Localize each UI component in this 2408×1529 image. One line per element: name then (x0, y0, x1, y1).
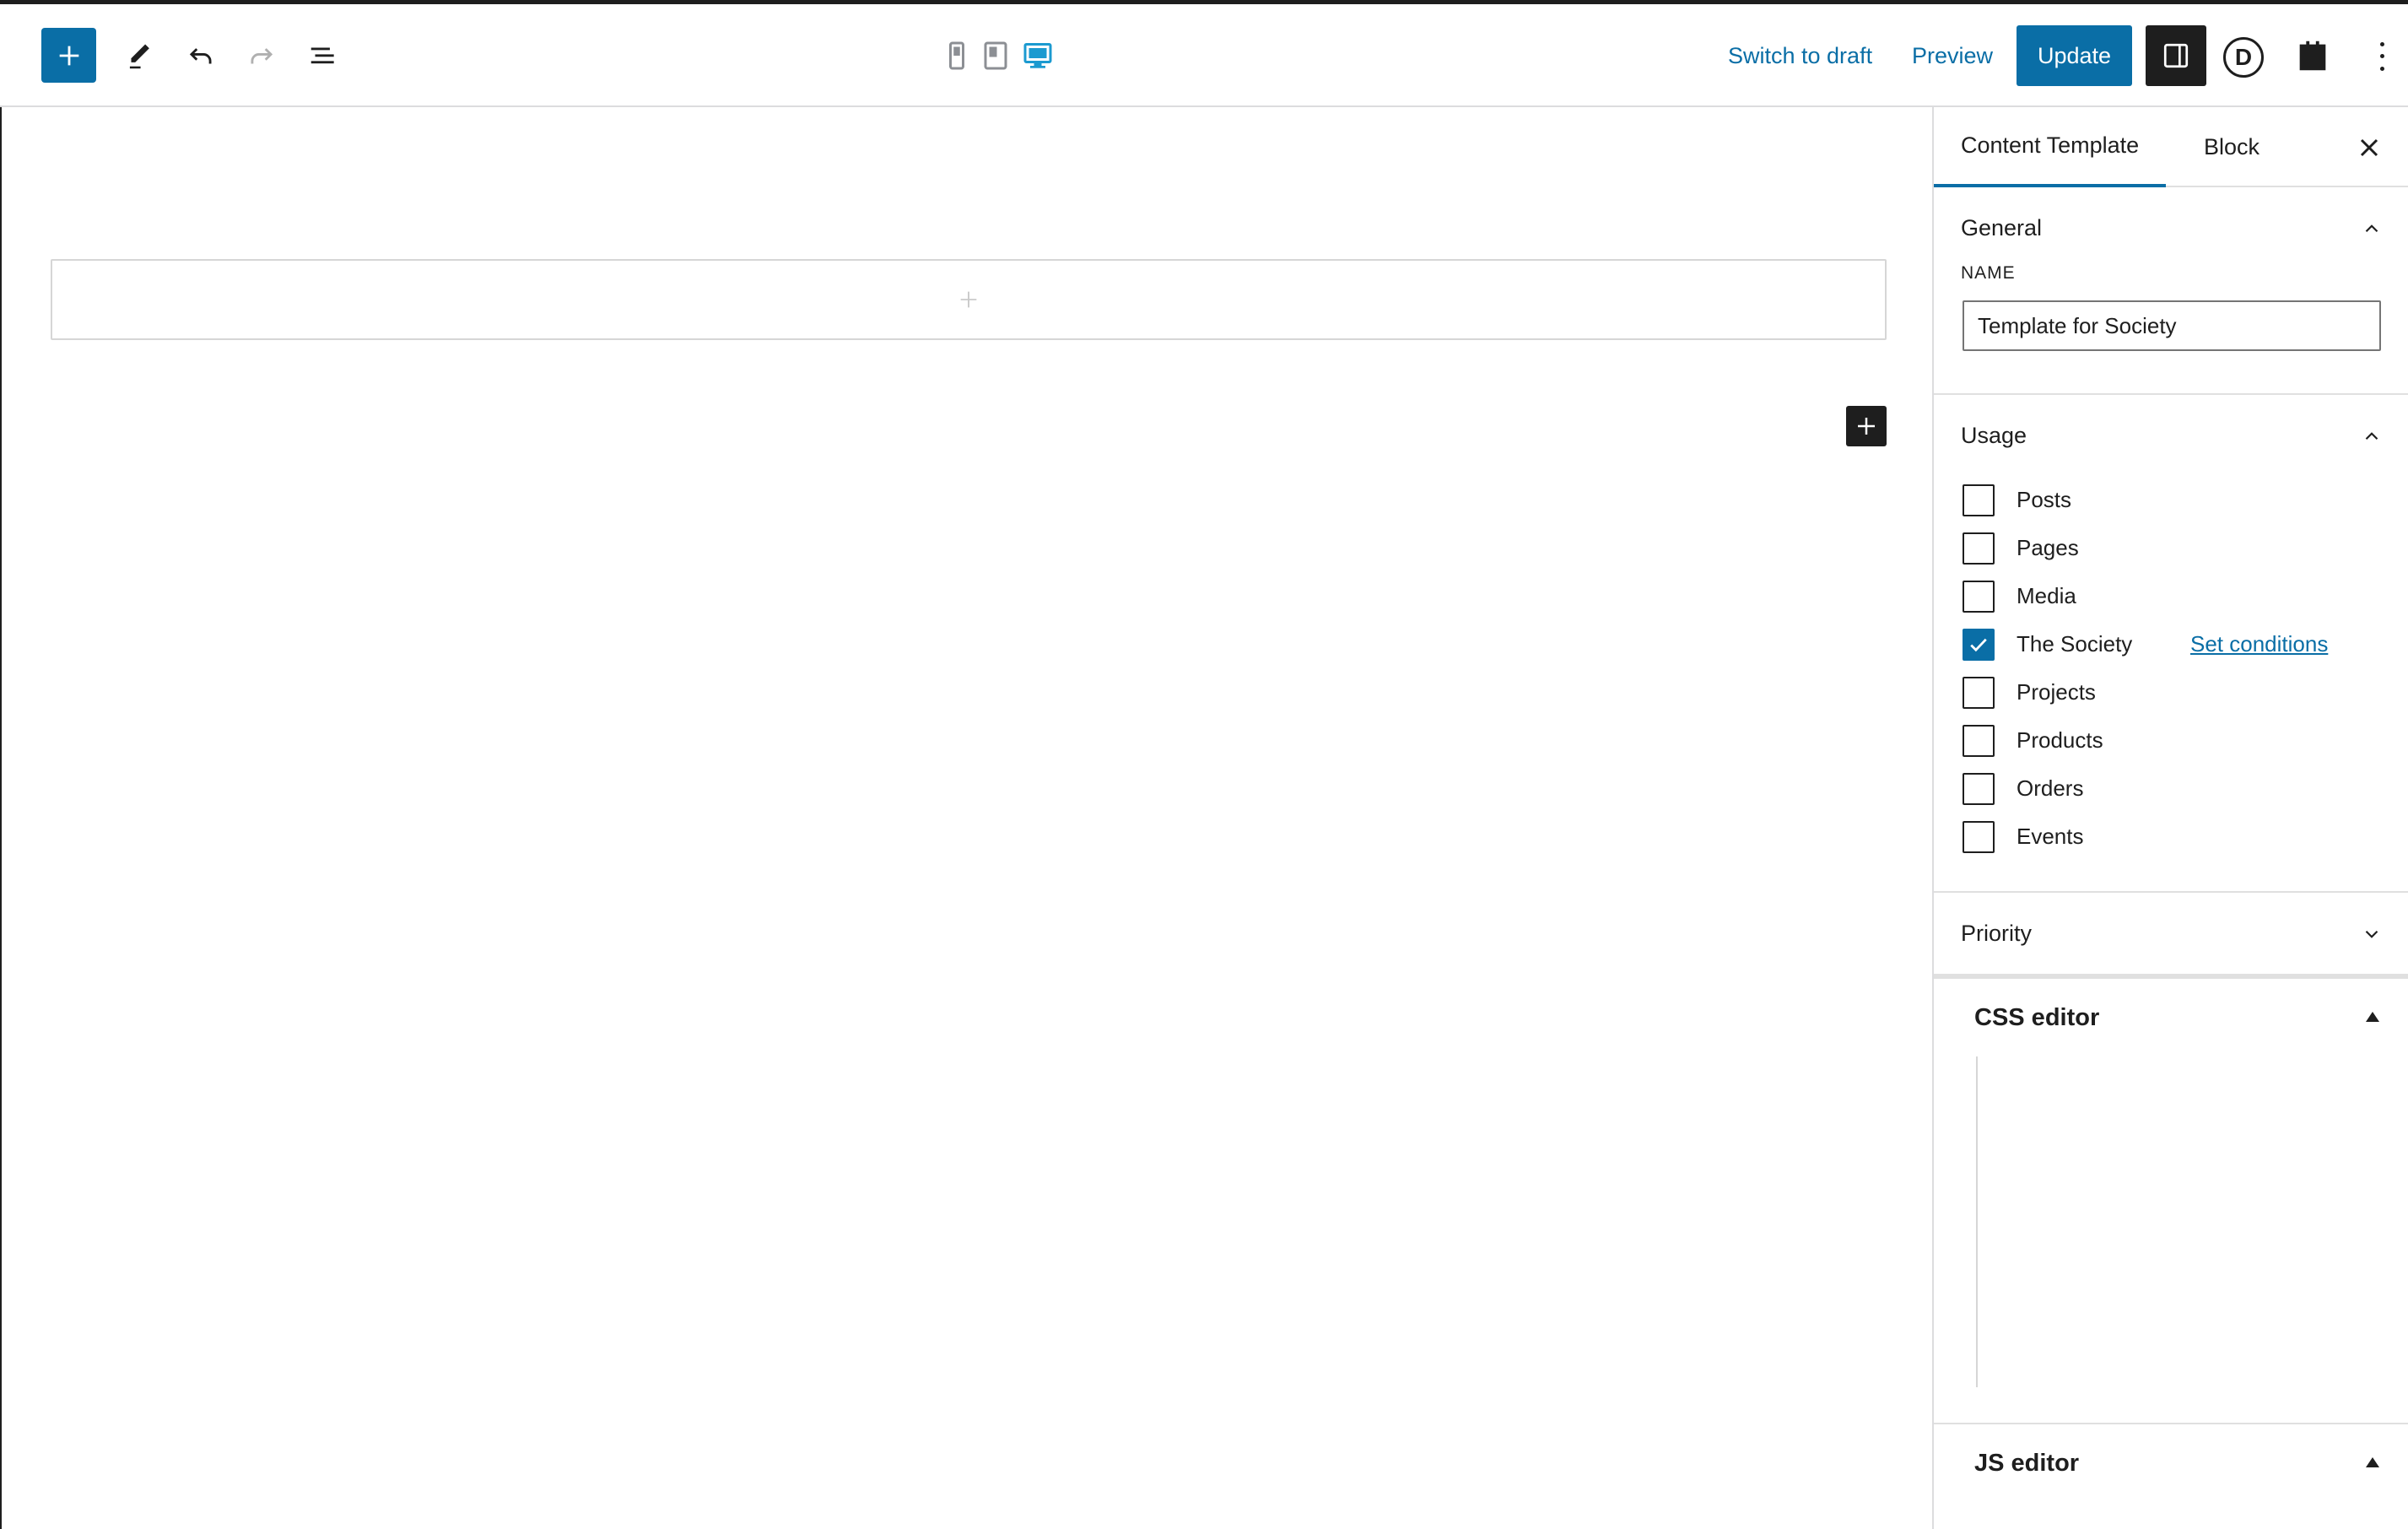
desktop-icon (1023, 43, 1052, 68)
chevron-up-icon (2365, 224, 2378, 233)
js-editor-toggle[interactable]: JS editor (1934, 1424, 2408, 1502)
usage-label: Orders (2017, 775, 2084, 801)
usage-panel: Usage Posts Pages Media The Society Set … (1934, 395, 2408, 893)
pages-checkbox[interactable] (1963, 532, 1995, 565)
general-panel: General NAME Template for Society (1934, 187, 2408, 395)
usage-label: Posts (2017, 487, 2072, 512)
triangle-up-icon (2366, 1012, 2379, 1022)
usage-item-events: Events (1963, 813, 2408, 861)
usage-item-projects: Projects (1963, 668, 2408, 716)
mobile-preview-button[interactable] (940, 35, 974, 77)
panel-title: Priority (1961, 920, 2033, 946)
list-view-icon (310, 47, 334, 64)
css-code-area[interactable] (1976, 1056, 2364, 1387)
usage-label: Media (2017, 583, 2076, 608)
js-editor-panel: JS editor (1934, 1424, 2408, 1502)
plugin-block-icon[interactable] (2293, 36, 2332, 75)
plus-icon (1858, 418, 1875, 435)
usage-item-pages: Pages (1963, 524, 2408, 572)
close-icon[interactable] (2354, 132, 2384, 163)
chevron-down-icon (2365, 930, 2378, 938)
triangle-up-icon (2366, 1457, 2379, 1467)
orders-checkbox[interactable] (1963, 772, 1995, 805)
usage-list: Posts Pages Media The Society Set condit… (1934, 476, 2408, 891)
preview-button[interactable]: Preview (1912, 36, 1993, 75)
more-options-icon[interactable] (2369, 38, 2395, 75)
media-checkbox[interactable] (1963, 580, 1995, 613)
document-overview-button[interactable] (298, 30, 348, 81)
mobile-icon (949, 41, 964, 70)
projects-checkbox[interactable] (1963, 676, 1995, 709)
tablet-preview-button[interactable] (979, 35, 1012, 77)
priority-panel-toggle[interactable]: Priority (1934, 893, 2408, 974)
usage-label: Products (2017, 727, 2103, 753)
usage-label: Projects (2017, 679, 2096, 705)
css-editor-toggle[interactable]: CSS editor (1934, 979, 2408, 1056)
editor-header: Switch to draft Preview Update D (0, 4, 2408, 107)
panel-title: General (1961, 214, 2043, 240)
usage-item-posts: Posts (1963, 476, 2408, 524)
plus-icon (59, 46, 78, 65)
usage-label: Pages (2017, 535, 2079, 560)
products-checkbox[interactable] (1963, 724, 1995, 757)
the-society-checkbox[interactable] (1963, 628, 1995, 661)
tools-button[interactable] (114, 30, 165, 81)
plus-icon (960, 291, 977, 308)
priority-panel: Priority (1934, 893, 2408, 975)
events-checkbox[interactable] (1963, 820, 1995, 853)
usage-item-products: Products (1963, 716, 2408, 764)
posts-checkbox[interactable] (1963, 484, 1995, 516)
css-editor-panel: CSS editor (1934, 975, 2408, 1424)
panel-title: CSS editor (1974, 1003, 2100, 1031)
set-conditions-link[interactable]: Set conditions (2190, 631, 2328, 657)
undo-button[interactable] (175, 30, 226, 81)
usage-item-orders: Orders (1963, 764, 2408, 813)
editor-canvas[interactable] (0, 107, 1932, 1529)
usage-item-media: Media (1963, 572, 2408, 620)
switch-to-draft-button[interactable]: Switch to draft (1728, 36, 1872, 75)
settings-sidebar-toggle[interactable] (2146, 25, 2206, 86)
usage-label: Events (2017, 824, 2084, 849)
undo-icon (189, 48, 212, 64)
tablet-icon (984, 41, 1007, 70)
tab-block[interactable]: Block (2177, 107, 2287, 187)
logo-letter: D (2234, 44, 2253, 70)
chevron-up-icon (2365, 432, 2378, 440)
template-name-input[interactable]: Template for Society (1963, 300, 2381, 351)
redo-button[interactable] (236, 30, 287, 81)
usage-panel-toggle[interactable]: Usage (1934, 395, 2408, 476)
pencil-icon (129, 44, 149, 69)
usage-label: The Society (2017, 631, 2133, 656)
add-block-button[interactable] (1846, 406, 1887, 446)
tab-content-template[interactable]: Content Template (1934, 107, 2167, 187)
usage-item-the-society: The Society Set conditions (1963, 620, 2408, 668)
panel-title: Usage (1961, 422, 2027, 448)
checkmark-icon (1970, 638, 1987, 651)
redo-icon (251, 48, 273, 64)
plugin-logo-button[interactable]: D (2223, 37, 2264, 78)
settings-sidebar: Content Template Block General NAME Temp… (1932, 107, 2408, 1529)
sidebar-icon (2163, 43, 2189, 68)
general-panel-toggle[interactable]: General (1934, 187, 2408, 268)
block-inserter-button[interactable] (41, 28, 96, 83)
block-placeholder[interactable] (51, 259, 1887, 340)
panel-title: JS editor (1974, 1449, 2080, 1477)
update-button[interactable]: Update (2017, 25, 2132, 86)
sidebar-tabs: Content Template Block (1934, 107, 2408, 187)
desktop-preview-button[interactable] (1021, 35, 1055, 77)
